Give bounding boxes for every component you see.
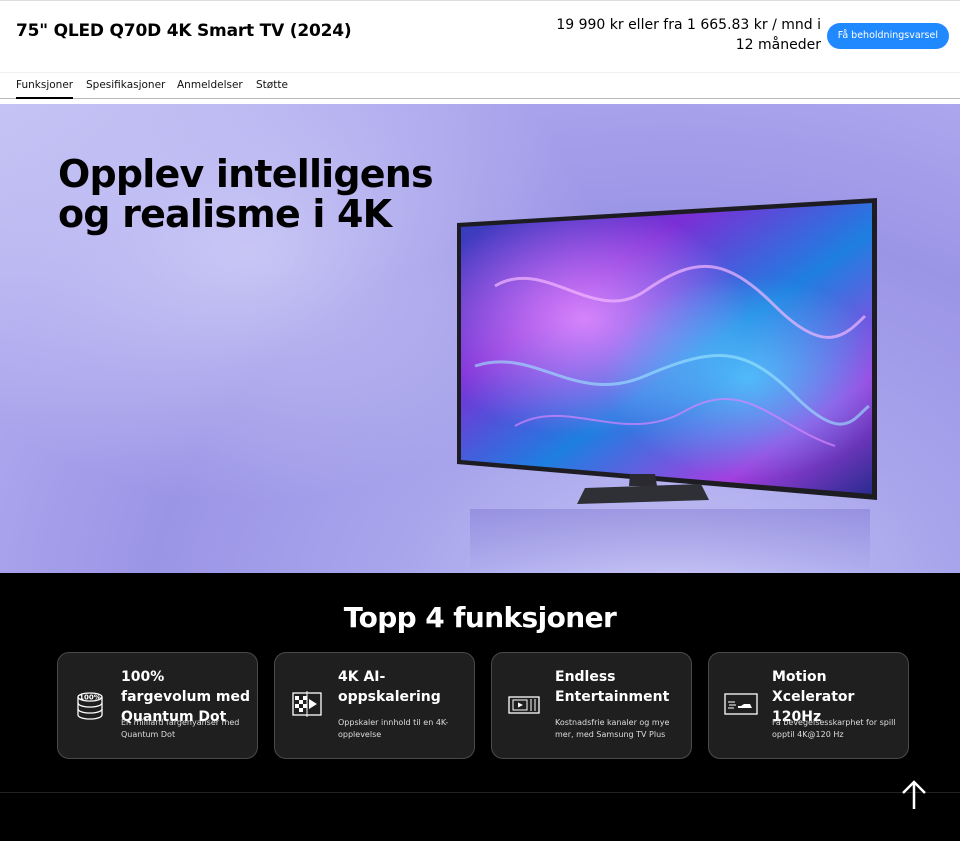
feature-card-motion[interactable]: Motion Xcelerator 120Hz Få bevegelsesska…	[708, 652, 909, 759]
features-title: Topp 4 funksjoner	[343, 601, 617, 634]
hero-headline: Opplev intelligens og realisme i 4K	[58, 152, 434, 236]
tv-reflection	[470, 509, 870, 573]
feature-desc: Oppskaler innhold til en 4K-opplevelse	[338, 718, 449, 739]
section-tabs: Funksjoner Spesifikasjoner Anmeldelser S…	[0, 72, 960, 100]
feature-card-ai-upscaling[interactable]: 4K AI-oppskalering Oppskaler innhold til…	[274, 652, 475, 759]
feature-card-entertainment[interactable]: Endless Entertainment Kostnadsfrie kanal…	[491, 652, 692, 759]
tab-spesifikasjoner[interactable]: Spesifikasjoner	[86, 79, 165, 97]
quantum-dot-icon-label: 100%	[79, 694, 101, 702]
price-text: 19 990 kr eller fra 1 665.83 kr / mnd i …	[556, 17, 821, 53]
tab-anmeldelser[interactable]: Anmeldelser	[177, 79, 243, 97]
ai-upscaling-icon	[292, 691, 322, 717]
product-header: 75" QLED Q70D 4K Smart TV (2024) 19 990 …	[0, 0, 960, 72]
motion-xcelerator-icon	[724, 693, 758, 715]
tv-plus-icon	[508, 696, 540, 714]
feature-title: Endless Entertainment	[555, 669, 670, 705]
tv-image	[457, 198, 877, 500]
tv-stand	[577, 474, 709, 504]
product-title: 75" QLED Q70D 4K Smart TV (2024)	[16, 21, 352, 41]
feature-card-quantum-dot[interactable]: 100% 100% fargevolum med Quantum Dot En …	[57, 652, 258, 759]
feature-title: 4K AI-oppskalering	[338, 669, 441, 705]
quantum-dot-100-icon: 100%	[77, 692, 103, 720]
feature-desc: Kostnadsfrie kanaler og mye mer, med Sam…	[555, 718, 670, 739]
hero-banner: Opplev intelligens og realisme i 4K	[0, 104, 960, 573]
stock-alert-button[interactable]: Få beholdningsvarsel	[826, 23, 949, 49]
feature-desc: En milliard fargenyanser med Quantum Dot	[121, 718, 240, 739]
features-section: Topp 4 funksjoner 100% 100% fargevolum m…	[0, 573, 960, 792]
feature-desc: Få bevegelsesskarphet for spill opptil 4…	[772, 718, 896, 739]
scroll-to-top-icon[interactable]	[900, 779, 928, 811]
tab-funksjoner[interactable]: Funksjoner	[16, 79, 74, 100]
footer-area	[0, 793, 960, 841]
tab-stotte[interactable]: Støtte	[256, 79, 288, 97]
